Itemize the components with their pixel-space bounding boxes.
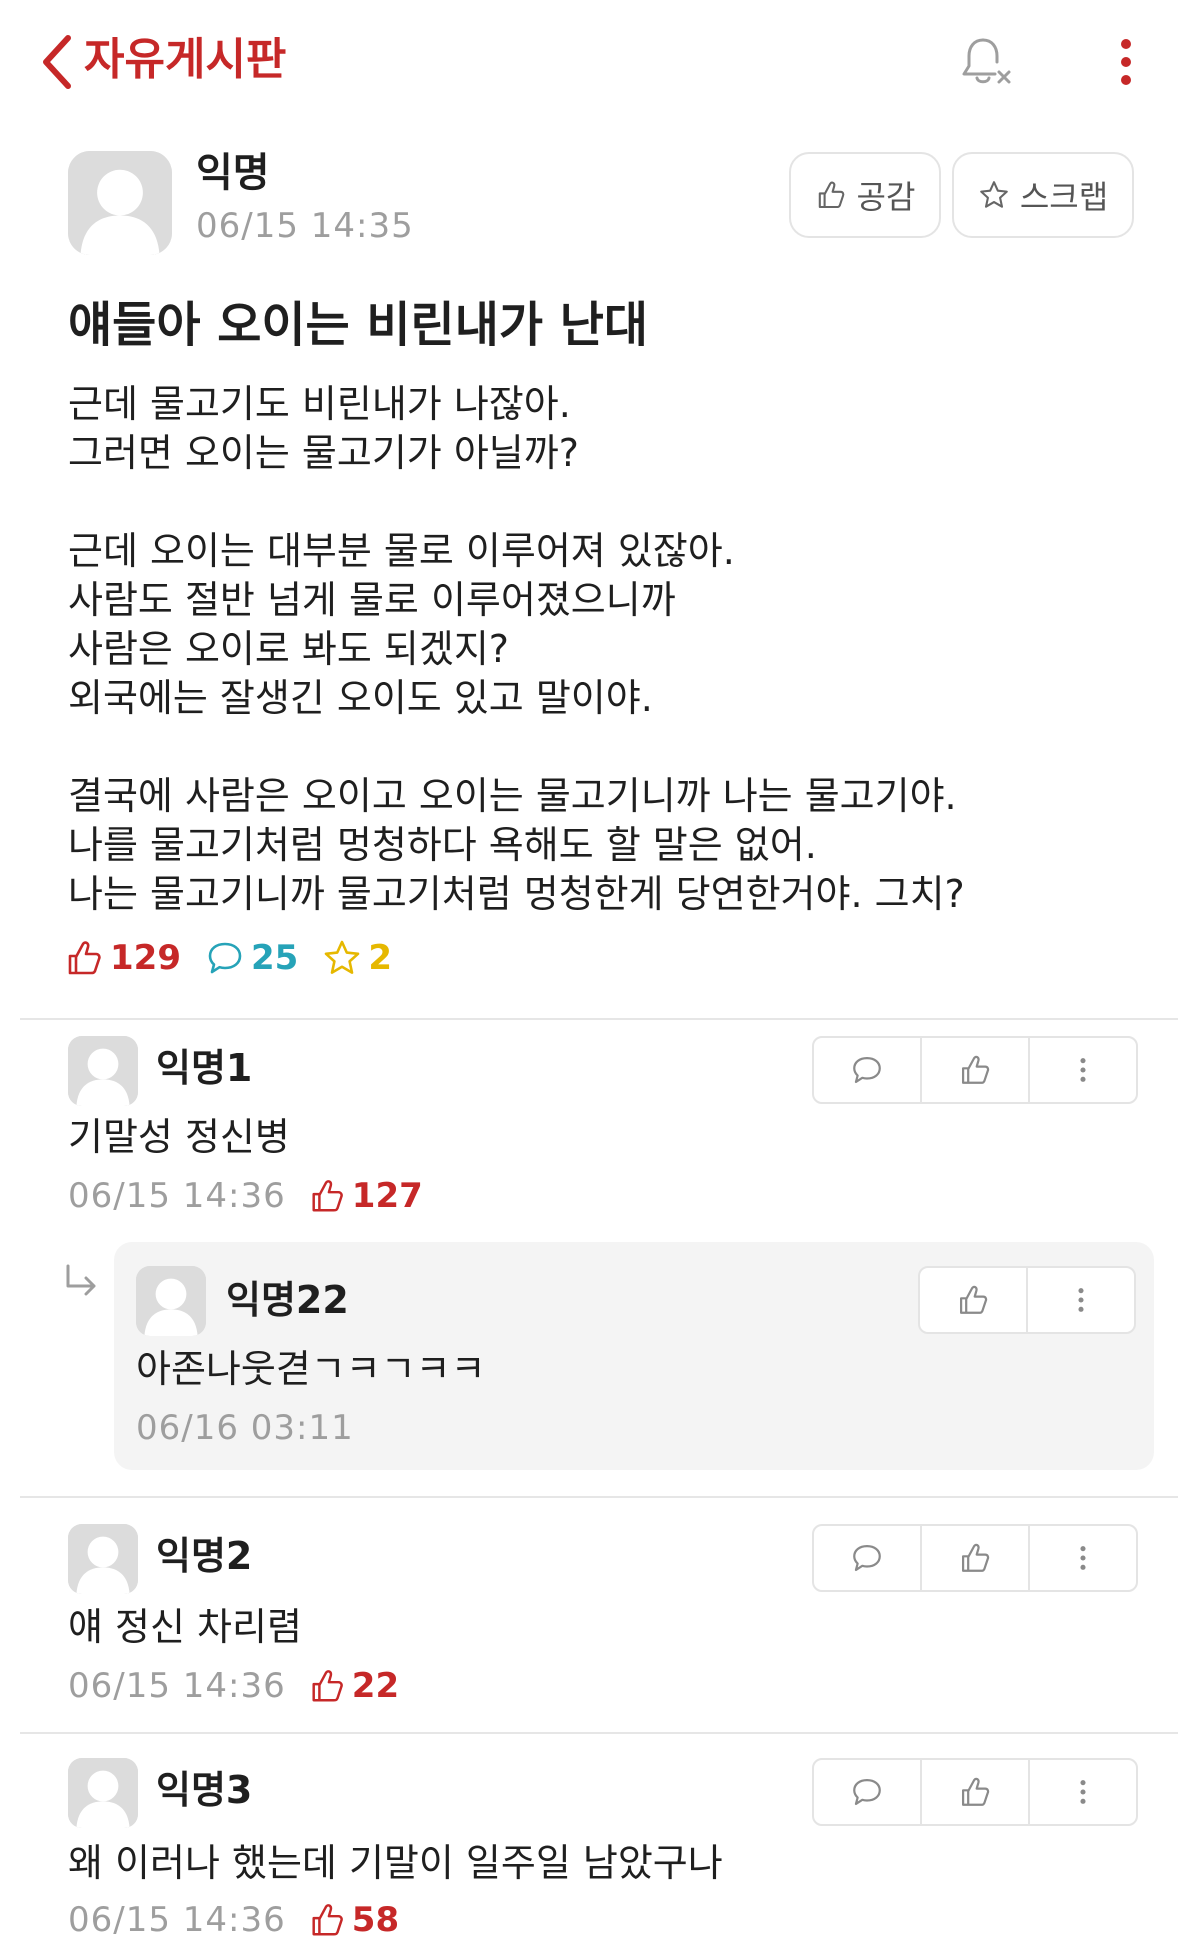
post-body-line: 근데 물고기도 비린내가 나잖아. (68, 382, 571, 426)
comment-bubble-icon (850, 1541, 884, 1575)
thumbs-up-icon (308, 1901, 346, 1939)
comment-author-name: 익명1 (156, 1046, 253, 1090)
reply-text: 아존나웃겯ㄱㅋㄱㅋㅋ (136, 1347, 486, 1391)
post-body-line (68, 478, 1148, 527)
post-body-line: 사람도 절반 넘게 물로 이루어졌으니까 (68, 578, 676, 622)
kebab-icon (1066, 1775, 1100, 1809)
thumbs-up-icon (956, 1283, 990, 1317)
reply-arrow-icon (66, 1264, 96, 1296)
comment-more-button[interactable] (1030, 1526, 1136, 1590)
comment-text: 기말성 정신병 (68, 1115, 290, 1159)
divider (20, 1732, 1178, 1734)
scrap-post-button[interactable]: 스크랩 (952, 152, 1134, 238)
comment-author-name: 익명3 (156, 1768, 253, 1812)
reply-actions (918, 1266, 1136, 1334)
comment-author-name: 익명2 (156, 1534, 253, 1578)
thumbs-up-icon (958, 1053, 992, 1087)
post-author-name: 익명 (196, 150, 270, 196)
reply-button[interactable] (814, 1760, 922, 1824)
comment-actions (812, 1758, 1138, 1826)
thumbs-up-icon (308, 1667, 346, 1705)
post-title: 얘들아 오이는 비린내가 난대 (68, 297, 649, 353)
thumbs-up-icon (815, 179, 847, 211)
comment-like-value: 22 (351, 1666, 400, 1706)
comment-like-value: 58 (351, 1900, 400, 1940)
post-body-line (68, 723, 1148, 772)
kebab-icon (1066, 1053, 1100, 1087)
comment-timestamp: 06/15 14:36 (68, 1176, 286, 1216)
notification-off-button[interactable] (955, 32, 1015, 92)
comment-timestamp: 06/15 14:36 (68, 1666, 286, 1706)
comment-text: 얘 정신 차리렴 (68, 1605, 302, 1649)
post-body: 근데 물고기도 비린내가 나잖아. 그러면 오이는 물고기가 아닐까? 근데 오… (68, 380, 1148, 919)
scrap-count-stat: 2 (322, 938, 392, 978)
comment-more-button[interactable] (1030, 1038, 1136, 1102)
kebab-icon (1066, 1541, 1100, 1575)
thumbs-up-icon (958, 1541, 992, 1575)
post-body-line: 그러면 오이는 물고기가 아닐까? (68, 431, 579, 475)
star-icon (322, 938, 362, 978)
like-comment-button[interactable] (922, 1760, 1030, 1824)
comment-like-count: 58 (308, 1898, 399, 1942)
post-body-line: 근데 오이는 대부분 물로 이루어져 있잖아. (68, 529, 735, 573)
comment-like-value: 127 (351, 1176, 423, 1216)
scrap-count: 2 (368, 938, 392, 978)
like-post-label: 공감 (856, 178, 916, 216)
comment-meta: 06/15 14:36 58 (68, 1898, 399, 1942)
divider (20, 1496, 1178, 1498)
comment-actions (812, 1524, 1138, 1592)
comment-author-avatar (68, 1524, 138, 1594)
comment-timestamp: 06/15 14:36 (68, 1900, 286, 1940)
comment-author-avatar (68, 1758, 138, 1828)
post-author-avatar (68, 151, 172, 255)
reply-more-button[interactable] (1028, 1268, 1134, 1332)
post-body-line: 나를 물고기처럼 멍청하다 욕해도 할 말은 없어. (68, 823, 817, 867)
like-comment-button[interactable] (922, 1038, 1030, 1102)
thumbs-up-icon (64, 938, 104, 978)
comment-actions (812, 1036, 1138, 1104)
reply-meta: 06/16 03:11 (136, 1406, 376, 1450)
back-button[interactable] (34, 32, 84, 92)
comment-like-count: 127 (308, 1174, 423, 1218)
star-icon (978, 179, 1010, 211)
divider (20, 1018, 1178, 1020)
reply-timestamp: 06/16 03:11 (136, 1408, 354, 1448)
more-options-button[interactable] (1108, 34, 1144, 90)
comment-bubble-icon (850, 1775, 884, 1809)
chevron-left-icon (43, 35, 71, 89)
comment-bubble-icon (205, 938, 245, 978)
reply-author-name: 익명22 (226, 1278, 349, 1322)
thumbs-up-icon (308, 1177, 346, 1215)
kebab-icon (1064, 1283, 1098, 1317)
post-stats: 129 25 2 (64, 932, 416, 984)
top-bar: 자유게시판 (0, 0, 1200, 120)
comment-meta: 06/15 14:36 22 (68, 1664, 399, 1708)
reply-button[interactable] (814, 1526, 922, 1590)
like-count: 129 (110, 938, 181, 978)
post-body-line: 외국에는 잘생긴 오이도 있고 말이야. (68, 676, 653, 720)
like-comment-button[interactable] (922, 1526, 1030, 1590)
comment-bubble-icon (850, 1053, 884, 1087)
reply-button[interactable] (814, 1038, 922, 1102)
comment-count: 25 (250, 938, 299, 978)
comment-like-count: 22 (308, 1664, 399, 1708)
kebab-icon (1121, 39, 1131, 85)
post-body-line: 사람은 오이로 봐도 되겠지? (68, 627, 509, 671)
post-body-line: 나는 물고기니까 물고기처럼 멍청한게 당연한거야. 그치? (68, 872, 965, 916)
comment-author-avatar (68, 1036, 138, 1106)
post-timestamp: 06/15 14:35 (196, 206, 414, 246)
comment-meta: 06/15 14:36 127 (68, 1174, 423, 1218)
thumbs-up-icon (958, 1775, 992, 1809)
comment-count-stat: 25 (205, 938, 298, 978)
comment-text: 왜 이러나 했는데 기말이 일주일 남았구나 (68, 1841, 723, 1885)
like-reply-button[interactable] (920, 1268, 1028, 1332)
comment-more-button[interactable] (1030, 1760, 1136, 1824)
like-post-button[interactable]: 공감 (789, 152, 941, 238)
board-title: 자유게시판 (84, 34, 287, 85)
like-count-stat: 129 (64, 938, 181, 978)
scrap-post-label: 스크랩 (1019, 178, 1109, 216)
post-body-line: 결국에 사람은 오이고 오이는 물고기니까 나는 물고기야. (68, 774, 957, 818)
reply-author-avatar (136, 1266, 206, 1336)
bell-off-icon (962, 38, 1011, 84)
